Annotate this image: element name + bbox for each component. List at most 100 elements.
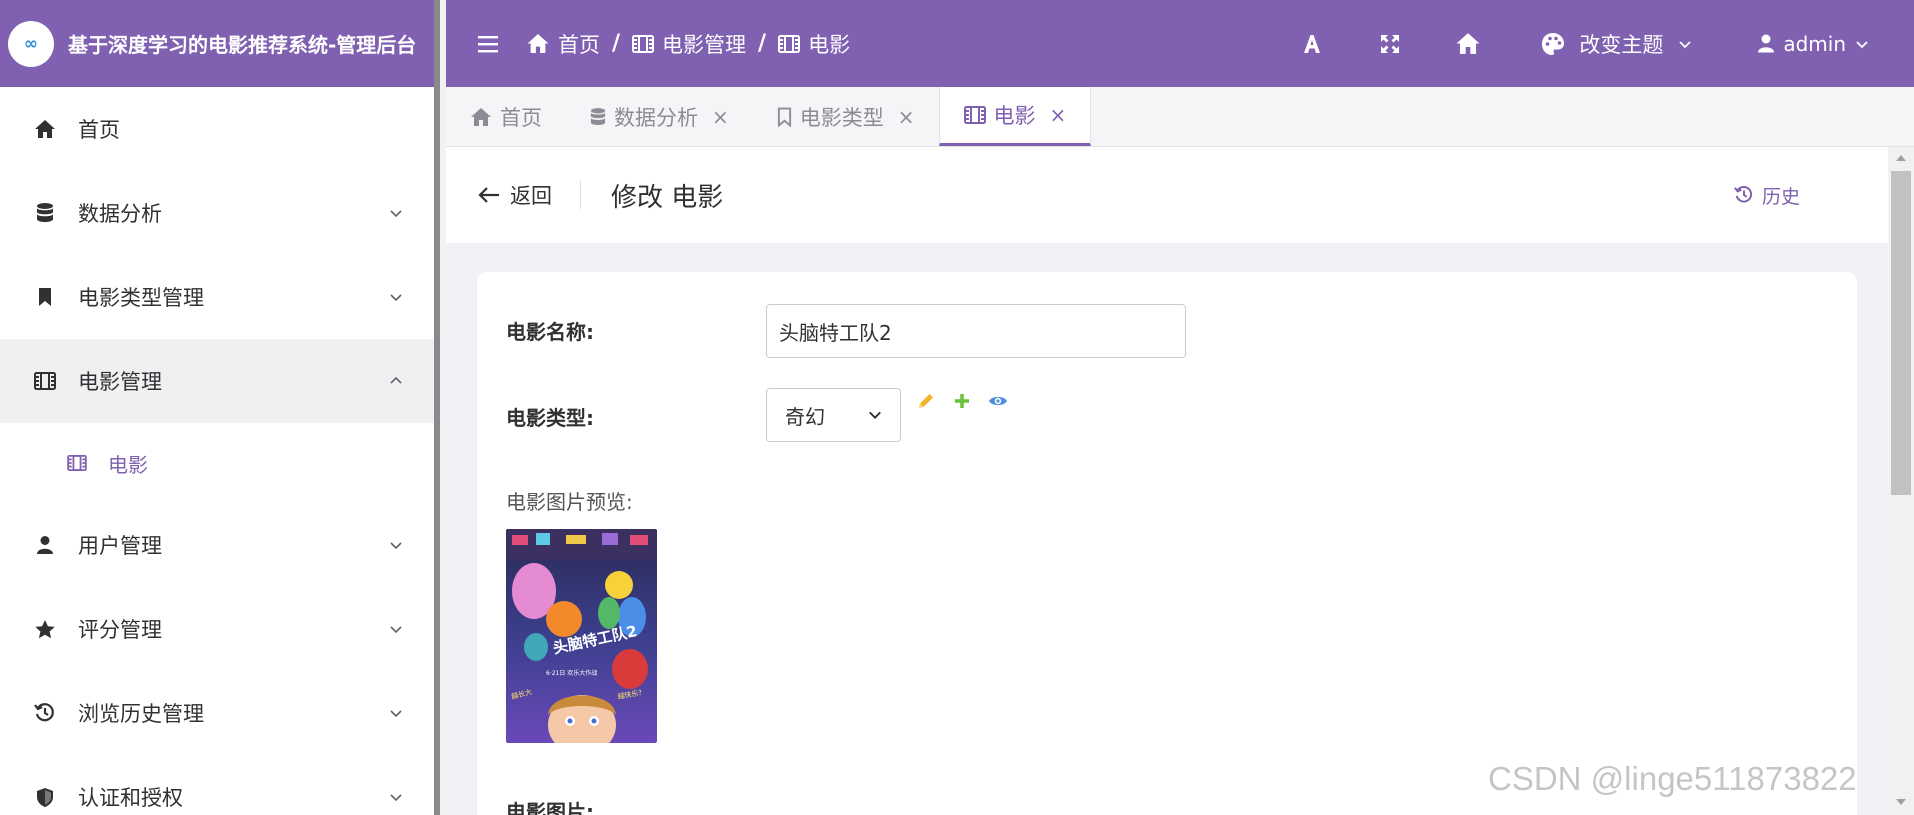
back-button[interactable]: 返回 xyxy=(478,181,581,209)
image-field-label: 电影图片: xyxy=(506,800,594,815)
sidebar-item-label: 浏览历史管理 xyxy=(78,702,204,726)
pencil-icon xyxy=(919,394,933,408)
sidebar-item-auth[interactable]: 认证和授权 xyxy=(0,755,434,815)
bookmark-icon xyxy=(32,284,58,310)
movie-name-input[interactable]: 头脑特工队2 xyxy=(766,304,1186,358)
breadcrumb: 首页 / 电影管理 / 电影 xyxy=(526,29,850,59)
fullscreen-button[interactable] xyxy=(1351,0,1429,87)
home-icon xyxy=(32,116,58,142)
sidebar-subitem-movie[interactable]: 电影 xyxy=(0,423,434,503)
sidebar-item-label: 评分管理 xyxy=(78,618,162,642)
breadcrumb-separator: / xyxy=(758,31,767,56)
scroll-down-arrow[interactable] xyxy=(1896,799,1906,805)
sidebar-item-movie-type[interactable]: 电影类型管理 xyxy=(0,255,434,339)
tab-label: 首页 xyxy=(500,105,542,130)
close-icon[interactable]: × xyxy=(898,105,915,129)
chevron-down-icon xyxy=(390,710,402,718)
tab-label: 电影类型 xyxy=(799,105,884,130)
tab-movie-type[interactable]: 电影类型 × xyxy=(753,87,939,146)
add-type-button[interactable] xyxy=(951,390,973,412)
image-preview-label: 电影图片预览: xyxy=(506,490,633,514)
home-icon xyxy=(1456,33,1480,54)
movie-type-select[interactable]: 奇幻 xyxy=(766,388,901,442)
tab-bar: 首页 数据分析 × 电影类型 × 电影 × xyxy=(446,87,1914,147)
top-header: 首页 / 电影管理 / 电影 改变主题 admin xyxy=(446,0,1914,87)
scrollbar-thumb[interactable] xyxy=(1891,171,1911,495)
tab-movie[interactable]: 电影 × xyxy=(938,87,1092,146)
breadcrumb-label: 电影 xyxy=(808,32,851,57)
brand: ∞ 基于深度学习的电影推荐系统-管理后台 xyxy=(0,0,434,87)
font-size-button[interactable] xyxy=(1273,0,1351,87)
sidebar-item-label: 认证和授权 xyxy=(78,786,183,810)
sidebar-item-label: 电影管理 xyxy=(78,370,162,394)
tab-home[interactable]: 首页 xyxy=(446,87,566,146)
sidebar-item-label: 电影类型管理 xyxy=(78,286,204,310)
sidebar: ∞ 基于深度学习的电影推荐系统-管理后台 首页 数据分析 电影类型管理 电影管理 xyxy=(0,0,440,815)
chevron-down-icon xyxy=(390,210,402,218)
vertical-scrollbar[interactable] xyxy=(1888,147,1914,815)
sidebar-item-movie-management[interactable]: 电影管理 xyxy=(0,339,434,423)
back-label: 返回 xyxy=(510,184,552,208)
theme-switcher[interactable]: 改变主题 xyxy=(1541,29,1693,59)
type-actions xyxy=(915,390,1009,412)
edit-type-button[interactable] xyxy=(915,390,937,412)
font-icon xyxy=(1304,34,1321,53)
theme-label: 改变主题 xyxy=(1579,32,1664,57)
film-icon xyxy=(64,450,90,476)
user-icon xyxy=(32,532,58,558)
page-title: 修改 电影 xyxy=(611,182,724,213)
star-icon xyxy=(32,616,58,642)
arrow-left-icon xyxy=(478,187,499,203)
view-type-button[interactable] xyxy=(987,390,1009,412)
user-menu[interactable]: admin xyxy=(1757,32,1870,56)
tab-label: 数据分析 xyxy=(614,105,698,130)
fullscreen-icon xyxy=(1381,34,1400,53)
movie-type-value: 奇幻 xyxy=(785,404,825,429)
tab-data-analysis[interactable]: 数据分析 × xyxy=(566,87,753,146)
menu-toggle-button[interactable] xyxy=(458,35,518,53)
sidebar-item-label: 首页 xyxy=(78,118,120,142)
film-icon xyxy=(632,34,655,53)
close-icon[interactable]: × xyxy=(712,105,729,129)
database-icon xyxy=(32,200,58,226)
breadcrumb-movie[interactable]: 电影 xyxy=(778,29,850,59)
sidebar-item-user-management[interactable]: 用户管理 xyxy=(0,503,434,587)
breadcrumb-label: 首页 xyxy=(558,32,600,57)
sidebar-item-history-management[interactable]: 浏览历史管理 xyxy=(0,671,434,755)
sidebar-subitem-label: 电影 xyxy=(108,452,148,477)
sidebar-item-rating-management[interactable]: 评分管理 xyxy=(0,587,434,671)
breadcrumb-home[interactable]: 首页 xyxy=(526,29,600,59)
history-label: 历史 xyxy=(1761,185,1800,208)
scroll-up-arrow[interactable] xyxy=(1896,155,1906,161)
chevron-down-icon xyxy=(390,794,402,802)
sidebar-item-label: 用户管理 xyxy=(78,534,162,558)
page-header: 返回 修改 电影 历史 xyxy=(446,147,1888,243)
history-button[interactable]: 历史 xyxy=(1734,182,1800,209)
name-field-label: 电影名称: xyxy=(506,320,594,344)
sidebar-item-home[interactable]: 首页 xyxy=(0,87,434,171)
plus-icon xyxy=(955,394,969,408)
sidebar-item-data-analysis[interactable]: 数据分析 xyxy=(0,171,434,255)
watermark: CSDN @linge511873822 xyxy=(1488,760,1857,797)
breadcrumb-separator: / xyxy=(612,31,621,56)
tab-label: 电影 xyxy=(993,104,1036,128)
form-card: 电影名称: 头脑特工队2 电影类型: 奇幻 电影图片预览: 头脑特工队2 6·2… xyxy=(477,272,1857,815)
database-icon xyxy=(590,107,606,125)
username: admin xyxy=(1783,31,1846,56)
history-icon xyxy=(32,700,58,726)
film-icon xyxy=(778,34,801,53)
logo-mark: ∞ xyxy=(23,33,39,54)
hamburger-icon xyxy=(478,35,498,52)
home-button[interactable] xyxy=(1429,0,1507,87)
chevron-down-icon xyxy=(1679,40,1691,48)
shield-icon xyxy=(32,784,58,810)
breadcrumb-movie-management[interactable]: 电影管理 xyxy=(632,29,746,59)
close-icon[interactable]: × xyxy=(1050,103,1067,127)
breadcrumb-label: 电影管理 xyxy=(662,32,747,57)
eye-icon xyxy=(989,396,1007,406)
app-title: 基于深度学习的电影推荐系统-管理后台 xyxy=(68,33,417,57)
film-icon xyxy=(963,106,986,124)
sidebar-item-label: 数据分析 xyxy=(78,202,162,226)
user-icon xyxy=(1758,34,1775,53)
chevron-up-icon xyxy=(390,376,402,384)
